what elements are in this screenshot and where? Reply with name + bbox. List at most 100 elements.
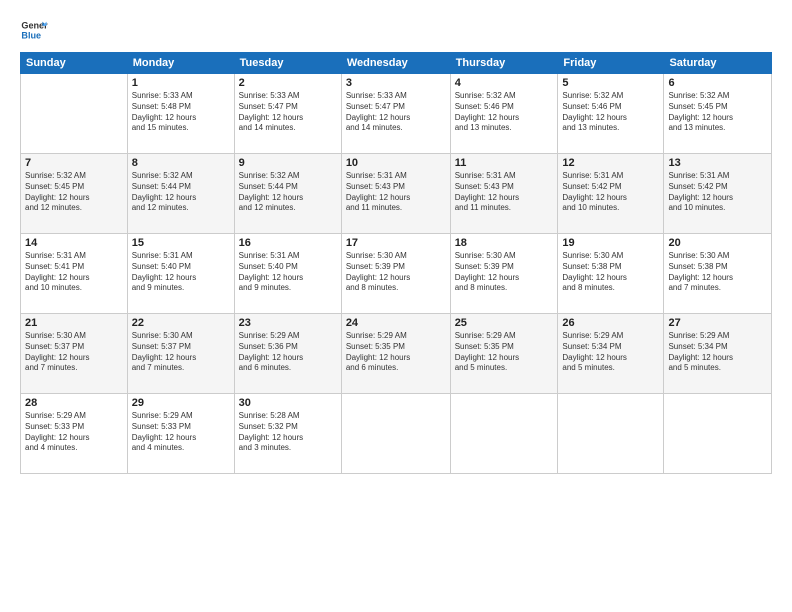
calendar-cell: 8 Sunrise: 5:32 AM Sunset: 5:44 PM Daylig…	[127, 154, 234, 234]
calendar-cell: 29Sunrise: 5:29 AM Sunset: 5:33 PM Dayli…	[127, 394, 234, 474]
day-info: Sunrise: 5:29 AM Sunset: 5:36 PM Dayligh…	[239, 331, 337, 374]
calendar-cell: 13 Sunrise: 5:31 AM Sunset: 5:42 PM Dayli…	[664, 154, 772, 234]
day-number: 17	[346, 237, 446, 249]
svg-text:Blue: Blue	[21, 30, 41, 40]
calendar-cell: 19Sunrise: 5:30 AM Sunset: 5:38 PM Dayli…	[558, 234, 664, 314]
calendar-header-row: SundayMondayTuesdayWednesdayThursdayFrid…	[21, 53, 772, 74]
calendar-cell: 12Sunrise: 5:31 AM Sunset: 5:42 PM Dayli…	[558, 154, 664, 234]
day-info: Sunrise: 5:31 AM Sunset: 5:42 PM Dayligh…	[562, 171, 659, 214]
day-info: Sunrise: 5:31 AM Sunset: 5:42 PM Dayligh…	[668, 171, 767, 214]
calendar-cell: 17 Sunrise: 5:30 AM Sunset: 5:39 PM Dayli…	[341, 234, 450, 314]
day-info: Sunrise: 5:33 AM Sunset: 5:47 PM Dayligh…	[346, 91, 446, 134]
calendar-cell: 21 Sunrise: 5:30 AM Sunset: 5:37 PM Dayli…	[21, 314, 128, 394]
calendar-week-row: 28 Sunrise: 5:29 AM Sunset: 5:33 PM Dayli…	[21, 394, 772, 474]
day-info: Sunrise: 5:30 AM Sunset: 5:37 PM Dayligh…	[25, 331, 123, 374]
calendar-cell	[21, 74, 128, 154]
calendar-cell	[664, 394, 772, 474]
calendar-day-header: Sunday	[21, 53, 128, 74]
day-info: Sunrise: 5:31 AM Sunset: 5:40 PM Dayligh…	[132, 251, 230, 294]
day-number: 21	[25, 317, 123, 329]
calendar-day-header: Friday	[558, 53, 664, 74]
day-number: 19	[562, 237, 659, 249]
day-info: Sunrise: 5:30 AM Sunset: 5:38 PM Dayligh…	[668, 251, 767, 294]
calendar-cell: 28 Sunrise: 5:29 AM Sunset: 5:33 PM Dayli…	[21, 394, 128, 474]
day-number: 4	[455, 77, 554, 89]
day-info: Sunrise: 5:31 AM Sunset: 5:40 PM Dayligh…	[239, 251, 337, 294]
calendar-day-header: Thursday	[450, 53, 558, 74]
day-info: Sunrise: 5:31 AM Sunset: 5:43 PM Dayligh…	[455, 171, 554, 214]
day-info: Sunrise: 5:29 AM Sunset: 5:33 PM Dayligh…	[25, 411, 123, 454]
calendar-cell: 9 Sunrise: 5:32 AM Sunset: 5:44 PM Daylig…	[234, 154, 341, 234]
calendar-cell: 30 Sunrise: 5:28 AM Sunset: 5:32 PM Dayli…	[234, 394, 341, 474]
day-number: 16	[239, 237, 337, 249]
calendar-cell: 1 Sunrise: 5:33 AM Sunset: 5:48 PM Daylig…	[127, 74, 234, 154]
day-number: 18	[455, 237, 554, 249]
day-number: 14	[25, 237, 123, 249]
calendar-cell: 10Sunrise: 5:31 AM Sunset: 5:43 PM Dayli…	[341, 154, 450, 234]
day-number: 1	[132, 77, 230, 89]
day-number: 3	[346, 77, 446, 89]
calendar-cell: 22Sunrise: 5:30 AM Sunset: 5:37 PM Dayli…	[127, 314, 234, 394]
day-info: Sunrise: 5:29 AM Sunset: 5:35 PM Dayligh…	[346, 331, 446, 374]
day-number: 29	[132, 397, 230, 409]
calendar-cell: 7 Sunrise: 5:32 AM Sunset: 5:45 PM Daylig…	[21, 154, 128, 234]
calendar-day-header: Wednesday	[341, 53, 450, 74]
day-number: 27	[668, 317, 767, 329]
day-info: Sunrise: 5:33 AM Sunset: 5:47 PM Dayligh…	[239, 91, 337, 134]
calendar-week-row: 7 Sunrise: 5:32 AM Sunset: 5:45 PM Daylig…	[21, 154, 772, 234]
calendar-cell: 24 Sunrise: 5:29 AM Sunset: 5:35 PM Dayli…	[341, 314, 450, 394]
day-number: 9	[239, 157, 337, 169]
calendar-cell: 20 Sunrise: 5:30 AM Sunset: 5:38 PM Dayli…	[664, 234, 772, 314]
day-info: Sunrise: 5:29 AM Sunset: 5:35 PM Dayligh…	[455, 331, 554, 374]
calendar-table: SundayMondayTuesdayWednesdayThursdayFrid…	[20, 52, 772, 474]
logo: General Blue	[20, 16, 52, 44]
calendar-cell: 11Sunrise: 5:31 AM Sunset: 5:43 PM Dayli…	[450, 154, 558, 234]
day-number: 24	[346, 317, 446, 329]
calendar-cell: 26 Sunrise: 5:29 AM Sunset: 5:34 PM Dayli…	[558, 314, 664, 394]
page-header: General Blue	[20, 16, 772, 44]
logo-icon: General Blue	[20, 16, 48, 44]
calendar-day-header: Saturday	[664, 53, 772, 74]
day-info: Sunrise: 5:31 AM Sunset: 5:41 PM Dayligh…	[25, 251, 123, 294]
day-info: Sunrise: 5:32 AM Sunset: 5:45 PM Dayligh…	[668, 91, 767, 134]
day-number: 15	[132, 237, 230, 249]
calendar-cell	[341, 394, 450, 474]
day-info: Sunrise: 5:30 AM Sunset: 5:39 PM Dayligh…	[455, 251, 554, 294]
day-info: Sunrise: 5:32 AM Sunset: 5:45 PM Dayligh…	[25, 171, 123, 214]
day-number: 28	[25, 397, 123, 409]
calendar-day-header: Monday	[127, 53, 234, 74]
day-info: Sunrise: 5:30 AM Sunset: 5:39 PM Dayligh…	[346, 251, 446, 294]
day-number: 2	[239, 77, 337, 89]
day-number: 22	[132, 317, 230, 329]
day-number: 13	[668, 157, 767, 169]
calendar-cell: 16 Sunrise: 5:31 AM Sunset: 5:40 PM Dayli…	[234, 234, 341, 314]
day-info: Sunrise: 5:32 AM Sunset: 5:44 PM Dayligh…	[132, 171, 230, 214]
day-info: Sunrise: 5:32 AM Sunset: 5:46 PM Dayligh…	[562, 91, 659, 134]
day-info: Sunrise: 5:29 AM Sunset: 5:34 PM Dayligh…	[668, 331, 767, 374]
day-number: 30	[239, 397, 337, 409]
day-info: Sunrise: 5:28 AM Sunset: 5:32 PM Dayligh…	[239, 411, 337, 454]
day-info: Sunrise: 5:32 AM Sunset: 5:46 PM Dayligh…	[455, 91, 554, 134]
day-number: 7	[25, 157, 123, 169]
calendar-week-row: 1 Sunrise: 5:33 AM Sunset: 5:48 PM Daylig…	[21, 74, 772, 154]
calendar-cell: 15 Sunrise: 5:31 AM Sunset: 5:40 PM Dayli…	[127, 234, 234, 314]
day-number: 10	[346, 157, 446, 169]
day-number: 6	[668, 77, 767, 89]
calendar-cell: 6 Sunrise: 5:32 AM Sunset: 5:45 PM Daylig…	[664, 74, 772, 154]
calendar-cell: 5Sunrise: 5:32 AM Sunset: 5:46 PM Daylig…	[558, 74, 664, 154]
day-info: Sunrise: 5:29 AM Sunset: 5:34 PM Dayligh…	[562, 331, 659, 374]
calendar-cell: 23 Sunrise: 5:29 AM Sunset: 5:36 PM Dayli…	[234, 314, 341, 394]
day-info: Sunrise: 5:32 AM Sunset: 5:44 PM Dayligh…	[239, 171, 337, 214]
calendar-cell: 14 Sunrise: 5:31 AM Sunset: 5:41 PM Dayli…	[21, 234, 128, 314]
calendar-cell	[450, 394, 558, 474]
calendar-cell: 4 Sunrise: 5:32 AM Sunset: 5:46 PM Daylig…	[450, 74, 558, 154]
day-number: 8	[132, 157, 230, 169]
calendar-cell: 27 Sunrise: 5:29 AM Sunset: 5:34 PM Dayli…	[664, 314, 772, 394]
day-number: 25	[455, 317, 554, 329]
day-number: 23	[239, 317, 337, 329]
day-number: 26	[562, 317, 659, 329]
calendar-week-row: 21 Sunrise: 5:30 AM Sunset: 5:37 PM Dayli…	[21, 314, 772, 394]
calendar-week-row: 14 Sunrise: 5:31 AM Sunset: 5:41 PM Dayli…	[21, 234, 772, 314]
day-info: Sunrise: 5:33 AM Sunset: 5:48 PM Dayligh…	[132, 91, 230, 134]
day-number: 20	[668, 237, 767, 249]
